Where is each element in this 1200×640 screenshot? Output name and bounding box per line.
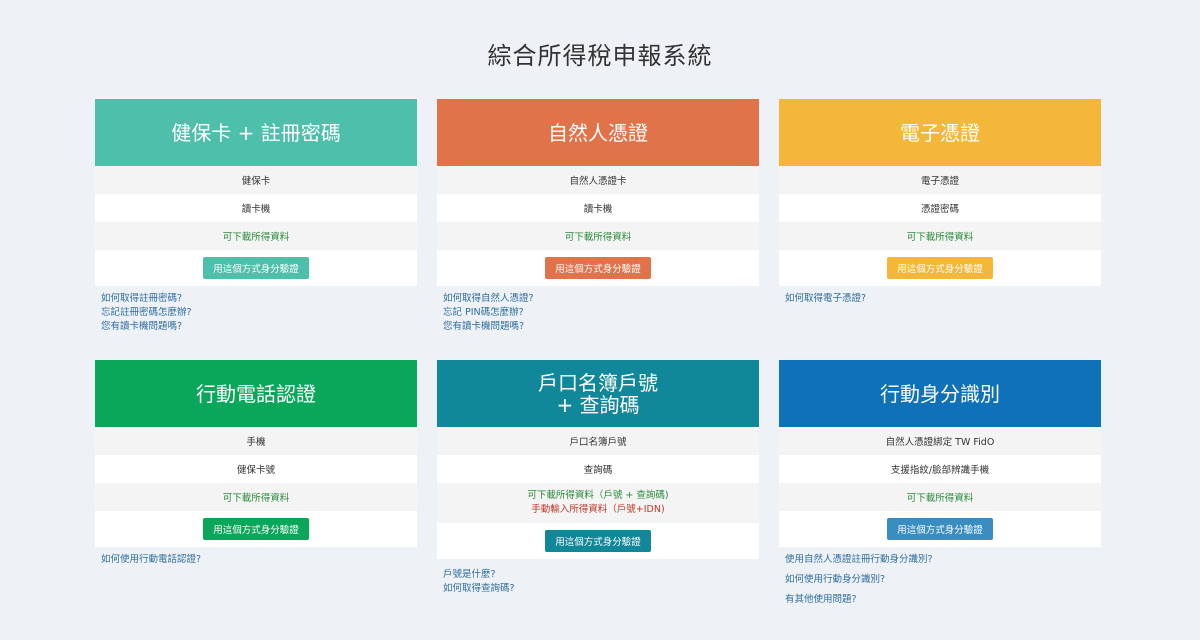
help-link[interactable]: 有其他使用問題? (785, 590, 1101, 610)
manual-input-note: 手動輸入所得資料（戶號+IDN) (531, 504, 665, 515)
help-link[interactable]: 如何取得註冊密碼? (101, 292, 417, 306)
download-note: 可下載所得資料 (779, 483, 1101, 511)
help-link[interactable]: 您有讀卡機問題嗎? (101, 320, 417, 334)
help-link[interactable]: 戶號是什麼? (443, 568, 759, 582)
help-links: 如何取得電子憑證? (779, 286, 1101, 306)
help-links: 如何取得自然人憑證? 忘記 PIN碼怎麼辦? 您有讀卡機問題嗎? (437, 286, 759, 334)
help-link[interactable]: 如何使用行動身分識別? (785, 570, 1101, 590)
requirement-item: 自然人憑證綁定 TW FidO (779, 427, 1101, 455)
page-title: 綜合所得稅申報系統 (487, 42, 713, 70)
help-link[interactable]: 忘記 PIN碼怎麼辦? (443, 306, 759, 320)
requirement-item: 讀卡機 (95, 194, 417, 222)
help-link[interactable]: 如何取得電子憑證? (785, 292, 1101, 306)
card-electronic-certificate: 電子憑證 電子憑證 憑證密碼 可下載所得資料 用這個方式身分驗證 如何取得電子憑… (779, 99, 1101, 306)
download-note: 可下載所得資料 (95, 483, 417, 511)
button-row: 用這個方式身分驗證 (779, 250, 1101, 286)
card-health-card: 健保卡 + 註冊密碼 健保卡 讀卡機 可下載所得資料 用這個方式身分驗證 如何取… (95, 99, 417, 334)
button-row: 用這個方式身分驗證 (95, 511, 417, 547)
help-link[interactable]: 忘記註冊密碼怎麼辦? (101, 306, 417, 320)
requirement-item: 查詢碼 (437, 455, 759, 483)
requirement-item: 電子憑證 (779, 166, 1101, 194)
button-row: 用這個方式身分驗證 (779, 511, 1101, 547)
card-citizen-certificate: 自然人憑證 自然人憑證卡 讀卡機 可下載所得資料 用這個方式身分驗證 如何取得自… (437, 99, 759, 334)
verify-button[interactable]: 用這個方式身分驗證 (887, 257, 993, 279)
card-header: 戶口名簿戶號 + 查詢碼 (437, 360, 759, 427)
help-link[interactable]: 如何取得自然人憑證? (443, 292, 759, 306)
requirement-item: 手機 (95, 427, 417, 455)
requirement-item: 戶口名簿戶號 (437, 427, 759, 455)
verify-button[interactable]: 用這個方式身分驗證 (545, 530, 651, 552)
card-mobile-id: 行動身分識別 自然人憑證綁定 TW FidO 支援指紋/臉部辨識手機 可下載所得… (779, 360, 1101, 610)
help-link[interactable]: 如何取得查詢碼? (443, 582, 759, 596)
download-note: 可下載所得資料（戶號 + 查詢碼) 手動輸入所得資料（戶號+IDN) (437, 483, 759, 523)
help-links: 如何使用行動電話認證? (95, 547, 417, 567)
verify-button[interactable]: 用這個方式身分驗證 (203, 257, 309, 279)
card-header: 行動身分識別 (779, 360, 1101, 427)
card-header: 健保卡 + 註冊密碼 (95, 99, 417, 166)
card-mobile-phone: 行動電話認證 手機 健保卡號 可下載所得資料 用這個方式身分驗證 如何使用行動電… (95, 360, 417, 567)
help-link[interactable]: 您有讀卡機問題嗎? (443, 320, 759, 334)
help-links: 如何取得註冊密碼? 忘記註冊密碼怎麼辦? 您有讀卡機問題嗎? (95, 286, 417, 334)
card-header: 電子憑證 (779, 99, 1101, 166)
download-note: 可下載所得資料 (437, 222, 759, 250)
help-link[interactable]: 如何使用行動電話認證? (101, 553, 417, 567)
requirement-item: 自然人憑證卡 (437, 166, 759, 194)
requirement-item: 支援指紋/臉部辨識手機 (779, 455, 1101, 483)
requirement-item: 憑證密碼 (779, 194, 1101, 222)
download-note: 可下載所得資料 (779, 222, 1101, 250)
help-links: 使用自然人憑證註冊行動身分識別? 如何使用行動身分識別? 有其他使用問題? (779, 547, 1101, 610)
help-link[interactable]: 使用自然人憑證註冊行動身分識別? (785, 550, 1101, 570)
download-note-text: 可下載所得資料（戶號 + 查詢碼) (527, 490, 669, 501)
requirement-item: 健保卡號 (95, 455, 417, 483)
button-row: 用這個方式身分驗證 (95, 250, 417, 286)
card-header: 行動電話認證 (95, 360, 417, 427)
requirement-item: 讀卡機 (437, 194, 759, 222)
requirement-item: 健保卡 (95, 166, 417, 194)
card-header: 自然人憑證 (437, 99, 759, 166)
card-household-register: 戶口名簿戶號 + 查詢碼 戶口名簿戶號 查詢碼 可下載所得資料（戶號 + 查詢碼… (437, 360, 759, 596)
verify-button[interactable]: 用這個方式身分驗證 (887, 518, 993, 540)
button-row: 用這個方式身分驗證 (437, 523, 759, 559)
help-links: 戶號是什麼? 如何取得查詢碼? (437, 559, 759, 596)
download-note: 可下載所得資料 (95, 222, 417, 250)
verify-button[interactable]: 用這個方式身分驗證 (203, 518, 309, 540)
button-row: 用這個方式身分驗證 (437, 250, 759, 286)
verify-button[interactable]: 用這個方式身分驗證 (545, 257, 651, 279)
